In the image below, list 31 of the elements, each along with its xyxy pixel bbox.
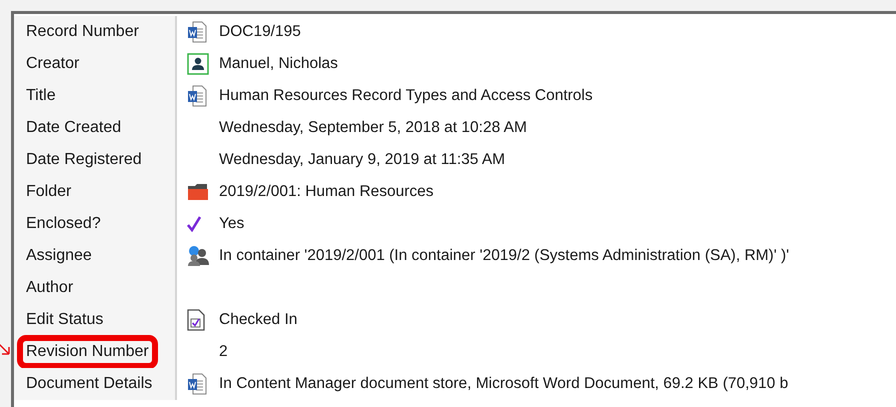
property-label: Date Created	[26, 119, 122, 137]
property-label: Folder	[26, 183, 72, 201]
property-label: Author	[26, 279, 74, 297]
property-value: Wednesday, September 5, 2018 at 10:28 AM	[219, 119, 527, 137]
property-value: 2	[219, 343, 228, 361]
property-value: Manuel, Nicholas	[219, 55, 338, 73]
property-label: Edit Status	[26, 311, 104, 329]
property-label: Creator	[26, 55, 80, 73]
property-value: DOC19/195	[219, 23, 301, 41]
property-label: Enclosed?	[26, 215, 101, 233]
group-icon	[187, 245, 211, 267]
property-value: Human Resources Record Types and Access Controls	[219, 87, 593, 105]
arrow-icon	[0, 342, 11, 358]
property-label: Title	[26, 87, 56, 105]
document-icon	[187, 21, 207, 43]
checkmark-icon	[187, 216, 201, 232]
folder-icon	[187, 183, 209, 201]
person-icon	[187, 53, 209, 75]
document-icon	[187, 85, 207, 107]
property-value: In Content Manager document store, Microsoft Word Document, 69.2 KB (70,910 b	[219, 375, 788, 393]
property-label: Date Registered	[26, 151, 142, 169]
property-value: In container '2019/2/001 (In container '2019/2 (Systems Administration (SA), RM)' )'	[219, 247, 790, 265]
property-value: 2019/2/001: Human Resources	[219, 183, 434, 201]
property-label: Document Details	[26, 375, 152, 393]
property-value: Wednesday, January 9, 2019 at 11:35 AM	[219, 151, 506, 169]
checked-document-icon	[187, 309, 205, 331]
property-value: Checked In	[219, 311, 298, 329]
property-label: Assignee	[26, 247, 92, 265]
property-value: Yes	[219, 215, 244, 233]
property-label: Record Number	[26, 23, 139, 41]
document-icon	[187, 373, 207, 395]
